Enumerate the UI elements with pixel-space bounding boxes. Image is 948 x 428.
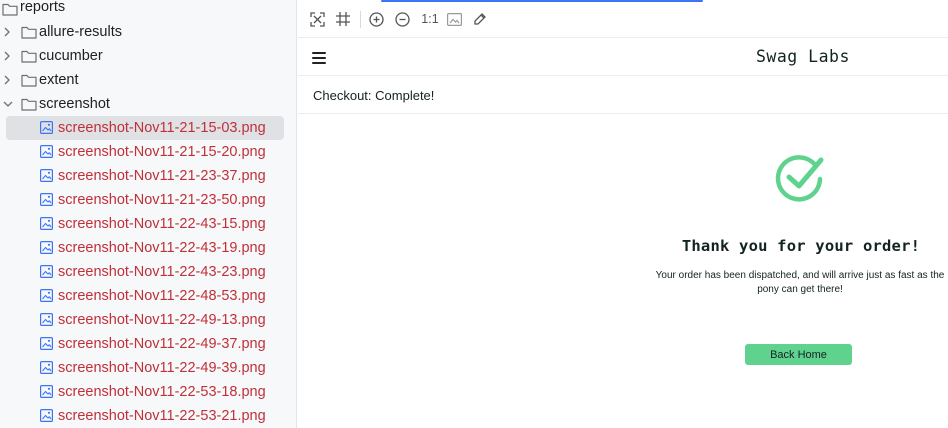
page-title: Checkout: Complete! [313,88,435,103]
tree-item-label: extent [39,72,79,88]
tree-file-item[interactable]: screenshot-Nov11-22-49-13.png [0,308,296,332]
tree-file-item[interactable]: screenshot-Nov11-21-23-50.png [0,188,296,212]
folder-icon [21,74,37,87]
image-file-icon [40,121,53,134]
fit-screen-icon[interactable] [308,10,326,28]
secondary-header: Checkout: Complete! [298,76,948,114]
actual-size-button[interactable]: 1:1 [419,10,441,28]
color-picker-icon[interactable] [471,10,489,28]
image-file-icon [40,241,53,254]
toolbar-separator [360,11,361,28]
tree-item-label: reports [20,0,66,15]
back-home-button[interactable]: Back Home [745,344,852,365]
folder-icon [21,98,37,111]
tree-item-allure-results[interactable]: allure-results [0,20,296,44]
complete-heading: Thank you for your order! [681,237,921,255]
app-header: Swag Labs [298,38,948,76]
image-preview-pane: 1:1 Swag Labs Checkout: Complete! Thank … [298,0,948,428]
tree-item-cucumber[interactable]: cucumber [0,44,296,68]
image-file-icon [40,385,53,398]
image-file-icon [40,217,53,230]
chevron-right-icon[interactable] [2,27,12,37]
menu-icon[interactable] [312,52,326,64]
tree-file-label: screenshot-Nov11-22-53-18.png [58,384,266,400]
tree-item-label: screenshot [39,96,110,112]
image-file-icon [40,145,53,158]
image-file-icon [40,289,53,302]
tree-file-label: screenshot-Nov11-22-49-39.png [58,360,266,376]
image-file-icon [40,409,53,422]
project-tree: reports allure-results cucumber extent s… [0,0,297,428]
folder-icon [21,50,37,63]
complete-message: Your order has been dispatched, and will… [655,270,945,295]
app-logo: Swag Labs [756,47,850,66]
tree-item-label: allure-results [39,24,122,40]
tree-file-item[interactable]: screenshot-Nov11-22-49-39.png [0,356,296,380]
image-file-icon [40,361,53,374]
tree-file-item[interactable]: screenshot-Nov11-22-43-15.png [0,212,296,236]
tree-file-label: screenshot-Nov11-21-15-20.png [58,144,266,160]
tree-item-extent[interactable]: extent [0,68,296,92]
image-file-icon [40,265,53,278]
checkmark-icon [775,155,824,202]
image-file-icon [40,169,53,182]
image-file-icon [40,313,53,326]
tree-file-item[interactable]: screenshot-Nov11-21-15-03.png [0,116,296,140]
tree-file-label: screenshot-Nov11-21-15-03.png [58,120,266,136]
grid-icon[interactable] [334,10,352,28]
tree-file-item[interactable]: screenshot-Nov11-21-23-37.png [0,164,296,188]
chevron-right-icon[interactable] [2,75,12,85]
tree-file-item[interactable]: screenshot-Nov11-21-15-20.png [0,140,296,164]
tree-item-reports[interactable]: reports [0,0,296,21]
tree-file-label: screenshot-Nov11-22-48-53.png [58,288,266,304]
image-viewer-toolbar: 1:1 [298,0,948,38]
tree-file-label: screenshot-Nov11-22-49-13.png [58,312,266,328]
tree-file-label: screenshot-Nov11-22-43-19.png [58,240,266,256]
tree-file-label: screenshot-Nov11-22-53-21.png [58,408,266,424]
folder-icon [2,3,18,16]
tree-file-item[interactable]: screenshot-Nov11-22-43-23.png [0,260,296,284]
chevron-down-icon[interactable] [3,99,13,109]
zoom-in-icon[interactable] [367,10,385,28]
image-file-icon [40,193,53,206]
tree-file-label: screenshot-Nov11-22-43-15.png [58,216,266,232]
tree-file-item[interactable]: screenshot-Nov11-22-49-37.png [0,332,296,356]
tree-item-screenshot[interactable]: screenshot [0,92,296,116]
chevron-right-icon[interactable] [2,51,12,61]
tree-file-label: screenshot-Nov11-21-23-37.png [58,168,266,184]
zoom-out-icon[interactable] [393,10,411,28]
tree-file-label: screenshot-Nov11-22-43-23.png [58,264,266,280]
tree-file-item[interactable]: screenshot-Nov11-22-48-53.png [0,284,296,308]
tree-file-label: screenshot-Nov11-21-23-50.png [58,192,266,208]
tree-file-item[interactable]: screenshot-Nov11-22-53-18.png [0,380,296,404]
background-icon[interactable] [445,10,463,28]
tree-file-item[interactable]: screenshot-Nov11-22-53-21.png [0,404,296,428]
tree-item-label: cucumber [39,48,103,64]
tree-file-label: screenshot-Nov11-22-49-37.png [58,336,266,352]
tree-file-item[interactable]: screenshot-Nov11-22-43-19.png [0,236,296,260]
folder-icon [21,26,37,39]
image-file-icon [40,337,53,350]
